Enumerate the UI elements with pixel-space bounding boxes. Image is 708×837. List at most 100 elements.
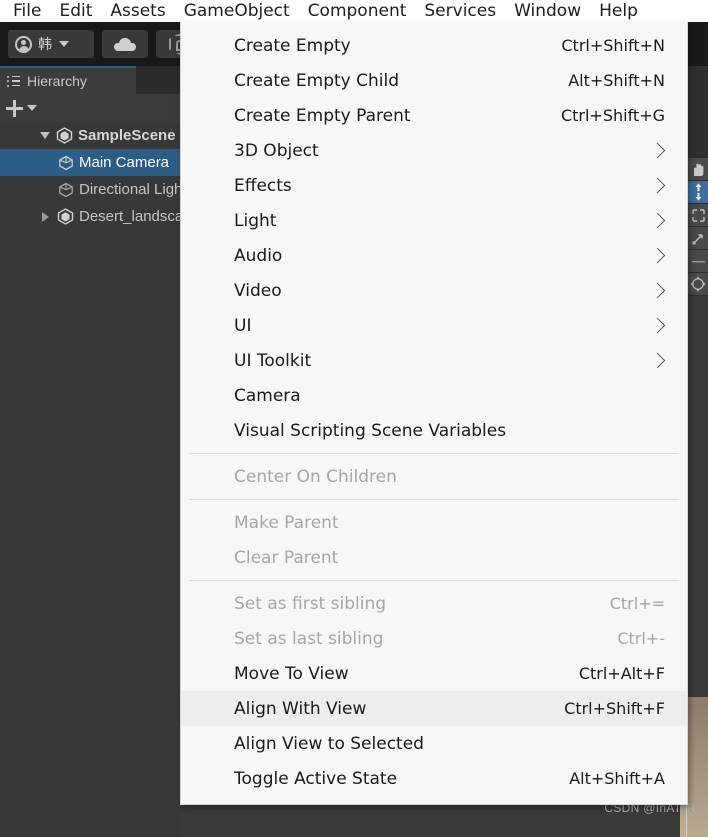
account-button[interactable]: 韩	[8, 30, 94, 58]
rect-tool-icon[interactable]	[688, 204, 708, 227]
unity-scene-icon	[56, 127, 73, 144]
menu-item-create-empty-parent[interactable]: Create Empty Parent Ctrl+Shift+G	[181, 98, 687, 133]
gameobject-cube-icon	[58, 182, 74, 198]
menu-item-label: 3D Object	[234, 140, 319, 161]
menu-separator	[189, 453, 679, 454]
transform-tool-icon[interactable]	[688, 273, 708, 296]
menu-item-set-as-first-sibling: Set as first sibling Ctrl+=	[181, 586, 687, 621]
menu-item-shortcut: Alt+Shift+N	[568, 71, 665, 90]
menu-item-light[interactable]: Light	[181, 203, 687, 238]
chevron-right-icon	[649, 317, 666, 334]
chevron-right-icon	[649, 177, 666, 194]
menu-item-create-empty-child[interactable]: Create Empty Child Alt+Shift+N	[181, 63, 687, 98]
tab-hierarchy[interactable]: Hierarchy	[0, 66, 136, 94]
tree-item-label: SampleScene	[78, 127, 176, 144]
menu-item-label: Light	[234, 210, 277, 231]
menu-item-label: Move To View	[234, 663, 349, 684]
menu-item-clear-parent: Clear Parent	[181, 540, 687, 575]
menubar-item-file[interactable]: File	[4, 0, 50, 22]
tree-item-label: Main Camera	[79, 154, 170, 171]
menu-item-label: Create Empty Parent	[234, 105, 411, 126]
menu-bar: File Edit Assets GameObject Component Se…	[0, 0, 708, 22]
menu-item-shortcut: Ctrl+Shift+F	[564, 699, 665, 718]
menu-item-3d-object[interactable]: 3D Object	[181, 133, 687, 168]
menu-item-visual-scripting-scene-variables[interactable]: Visual Scripting Scene Variables	[181, 413, 687, 448]
expander-right-icon[interactable]	[42, 211, 49, 222]
tree-item-label: Directional Light	[79, 181, 187, 198]
hierarchy-icon	[7, 75, 20, 87]
menu-item-label: Audio	[234, 245, 283, 266]
menu-separator	[189, 499, 679, 500]
hierarchy-toolbar	[0, 94, 181, 122]
cloud-button[interactable]	[102, 30, 148, 58]
menubar-item-gameobject[interactable]: GameObject	[175, 0, 299, 22]
menu-item-center-on-children: Center On Children	[181, 459, 687, 494]
menu-separator	[189, 580, 679, 581]
menu-item-make-parent: Make Parent	[181, 505, 687, 540]
tree-item-desert-landscape[interactable]: Desert_landscape	[0, 203, 200, 230]
menu-item-label: UI Toolkit	[234, 350, 312, 371]
menu-item-toggle-active-state[interactable]: Toggle Active State Alt+Shift+A	[181, 761, 687, 796]
tree-item-samplescene[interactable]: SampleScene	[0, 122, 181, 149]
menu-item-label: Effects	[234, 175, 292, 196]
menu-item-label: UI	[234, 315, 252, 336]
move-tool-icon[interactable]	[688, 181, 708, 204]
gameobject-cube-icon	[58, 155, 74, 171]
menubar-item-services[interactable]: Services	[415, 0, 505, 22]
menu-item-label: Video	[234, 280, 282, 301]
menu-item-align-with-view[interactable]: Align With View Ctrl+Shift+F	[181, 691, 687, 726]
menu-item-video[interactable]: Video	[181, 273, 687, 308]
tree-item-main-camera[interactable]: Main Camera	[0, 149, 181, 176]
scene-tool-strip	[688, 66, 708, 837]
menu-item-label: Create Empty	[234, 35, 351, 56]
menu-item-label: Create Empty Child	[234, 70, 399, 91]
chevron-right-icon	[649, 352, 666, 369]
menu-item-label: Make Parent	[234, 512, 339, 533]
hierarchy-tab-label: Hierarchy	[27, 73, 87, 89]
menu-item-effects[interactable]: Effects	[181, 168, 687, 203]
menu-item-label: Center On Children	[234, 466, 397, 487]
chevron-right-icon	[649, 247, 666, 264]
menu-item-ui[interactable]: UI	[181, 308, 687, 343]
hierarchy-tree: SampleScene Main Camera Directional Ligh…	[0, 122, 200, 225]
tree-item-directional-light[interactable]: Directional Light	[0, 176, 187, 203]
menubar-item-component[interactable]: Component	[299, 0, 416, 22]
menu-item-shortcut: Ctrl+-	[617, 629, 665, 648]
chevron-down-icon[interactable]	[27, 105, 37, 111]
expander-down-icon[interactable]	[40, 132, 50, 139]
divider-icon	[688, 250, 708, 273]
menu-item-shortcut: Ctrl+Shift+G	[560, 106, 665, 125]
menu-item-label: Toggle Active State	[234, 768, 398, 789]
hierarchy-panel: Hierarchy SampleScene Main Camera Direct…	[0, 66, 200, 837]
chevron-right-icon	[649, 212, 666, 229]
menu-item-label: Align View to Selected	[234, 733, 424, 754]
menu-item-ui-toolkit[interactable]: UI Toolkit	[181, 343, 687, 378]
gameobject-dropdown-menu: Create Empty Ctrl+Shift+N Create Empty C…	[180, 22, 688, 805]
menu-item-shortcut: Alt+Shift+A	[569, 769, 665, 788]
menu-item-set-as-last-sibling: Set as last sibling Ctrl+-	[181, 621, 687, 656]
menu-item-label: Camera	[234, 385, 301, 406]
plus-icon[interactable]	[6, 99, 23, 117]
menu-item-shortcut: Ctrl+Alt+F	[578, 664, 665, 683]
scene-terrain-edge	[688, 697, 708, 837]
unity-scene-icon	[57, 208, 74, 225]
cloud-icon	[114, 37, 136, 51]
hand-tool-icon[interactable]	[688, 158, 708, 181]
menu-item-label: Visual Scripting Scene Variables	[234, 420, 507, 441]
menu-item-align-view-to-selected[interactable]: Align View to Selected	[181, 726, 687, 761]
menubar-item-help[interactable]: Help	[590, 0, 647, 22]
menu-item-create-empty[interactable]: Create Empty Ctrl+Shift+N	[181, 28, 687, 63]
menubar-item-edit[interactable]: Edit	[50, 0, 101, 22]
menu-item-label: Align With View	[234, 698, 367, 719]
menubar-item-assets[interactable]: Assets	[101, 0, 174, 22]
scale-tool-icon[interactable]	[688, 227, 708, 250]
menu-item-shortcut: Ctrl+Shift+N	[561, 36, 665, 55]
menu-item-camera[interactable]: Camera	[181, 378, 687, 413]
chevron-right-icon	[649, 142, 666, 159]
menu-item-audio[interactable]: Audio	[181, 238, 687, 273]
menubar-item-window[interactable]: Window	[505, 0, 590, 22]
account-icon	[15, 35, 32, 53]
unity-editor-window: File Edit Assets GameObject Component Se…	[0, 0, 708, 837]
menu-item-move-to-view[interactable]: Move To View Ctrl+Alt+F	[181, 656, 687, 691]
menu-item-label: Set as last sibling	[234, 628, 384, 649]
